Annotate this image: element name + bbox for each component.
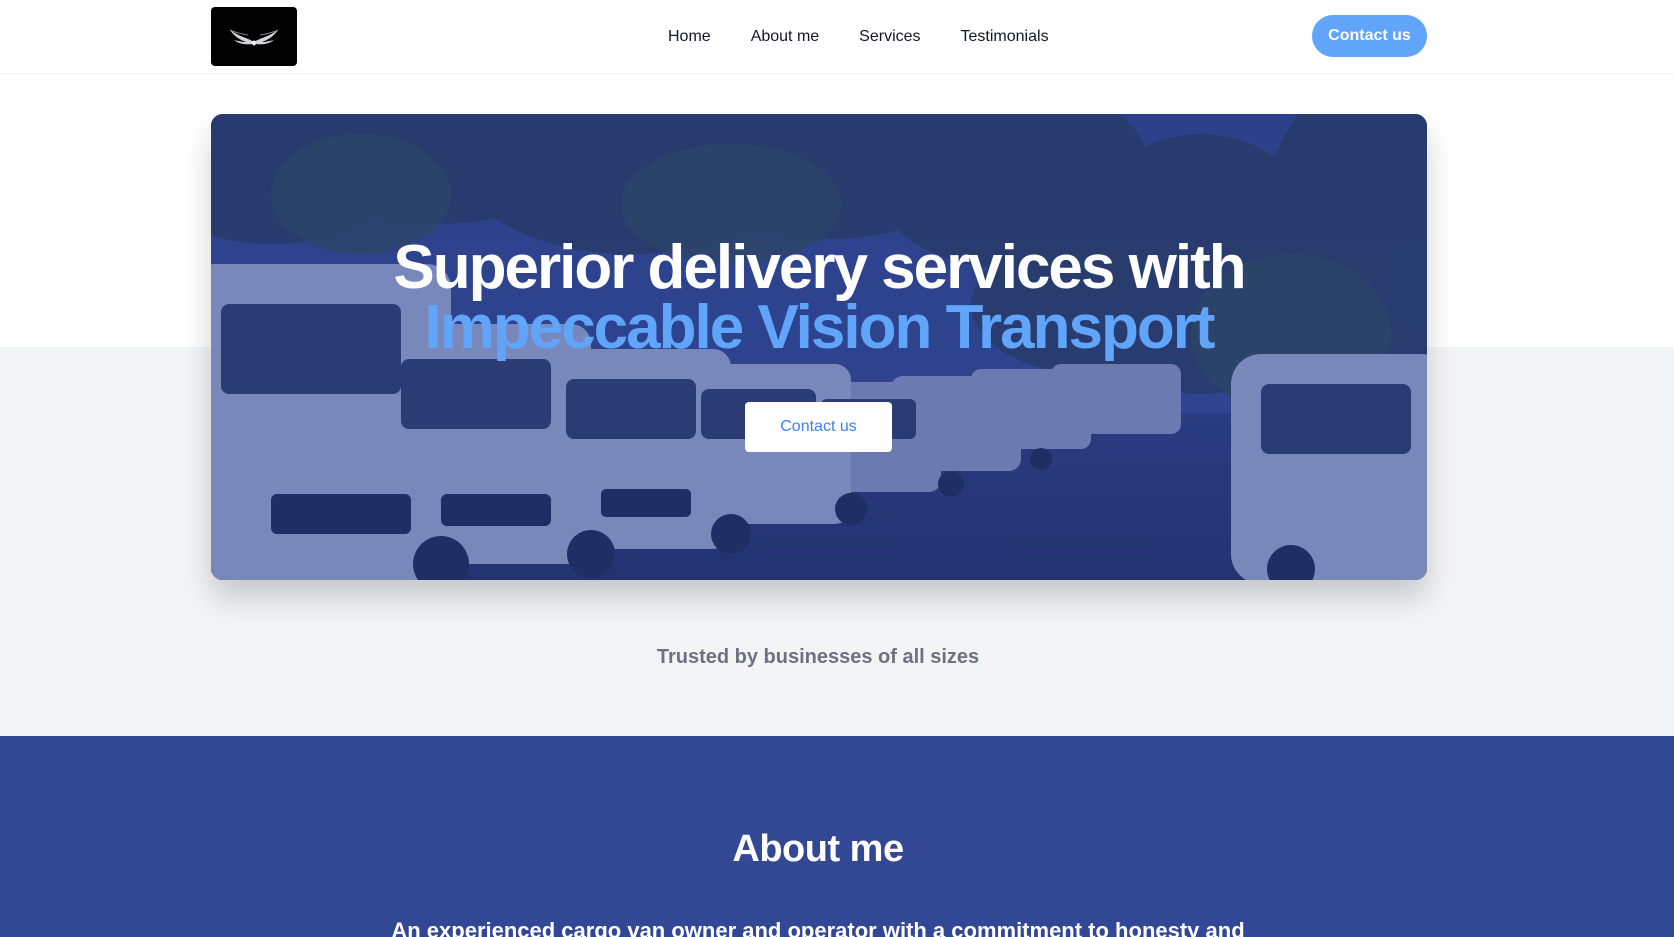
trusted-by-text: Trusted by businesses of all sizes: [656, 646, 980, 668]
main-nav: Home About me Services Testimonials: [668, 24, 1049, 50]
nav-testimonials[interactable]: Testimonials: [961, 28, 1049, 46]
about-intro: An experienced cargo van owner and opera…: [391, 918, 1245, 937]
nav-services[interactable]: Services: [859, 28, 920, 46]
wings-icon: [229, 29, 279, 45]
page: Home About me Services Testimonials Cont…: [0, 0, 1674, 937]
nav-home[interactable]: Home: [668, 28, 711, 46]
header-contact-button[interactable]: Contact us: [1312, 15, 1427, 57]
about-title: About me: [732, 828, 904, 870]
nav-about-me[interactable]: About me: [751, 28, 819, 46]
hero-banner: Superior delivery services with Impeccab…: [211, 114, 1427, 580]
site-header: Home About me Services Testimonials Cont…: [0, 0, 1674, 74]
hero-title-line1: Superior delivery services with: [393, 233, 1246, 302]
hero-title-line2: Impeccable Vision Transport: [424, 293, 1215, 362]
logo[interactable]: [211, 7, 297, 66]
hero-contact-button[interactable]: Contact us: [745, 402, 892, 452]
hero-title: Superior delivery services with Impeccab…: [211, 233, 1427, 362]
